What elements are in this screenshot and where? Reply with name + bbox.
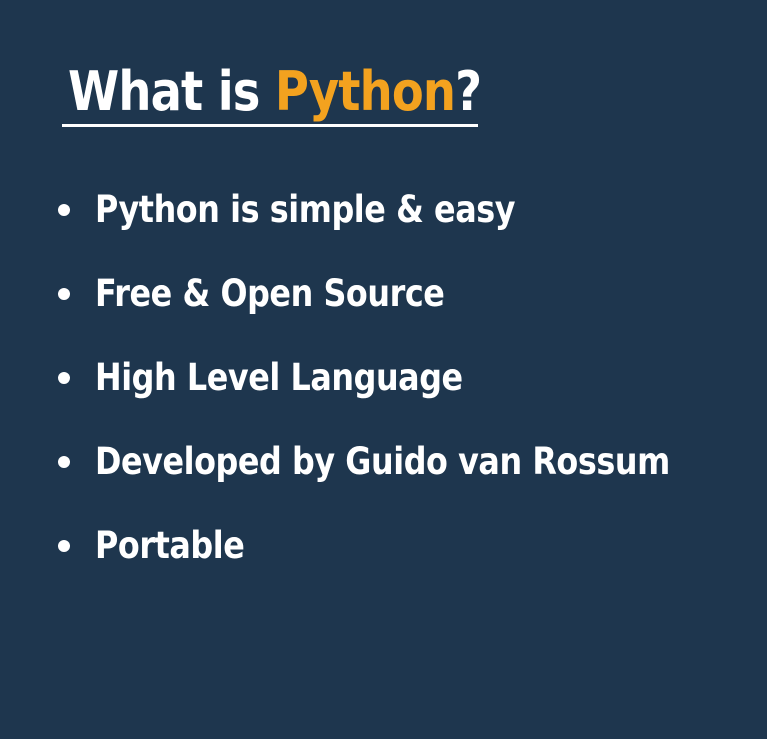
title-suffix: ? [455,60,482,123]
bullet-text: Python is simple & easy [95,188,516,231]
slide: What is Python? Python is simple & easy … [0,0,767,739]
bullet-text: Developed by Guido van Rossum [95,440,670,483]
bullet-item: Developed by Guido van Rossum [58,420,763,504]
bullet-text: Portable [95,524,245,567]
title-underline [62,124,478,127]
bullet-dot-icon [58,204,70,216]
slide-title: What is Python? [68,58,482,126]
bullet-item: Python is simple & easy [58,168,763,252]
title-highlight: Python [274,60,456,123]
bullet-item: Portable [58,504,763,588]
bullet-text: High Level Language [95,356,463,399]
title-prefix: What is [68,60,275,123]
bullet-item: High Level Language [58,336,763,420]
title-block: What is Python? [62,58,482,130]
bullet-dot-icon [58,540,70,552]
bullet-list: Python is simple & easy Free & Open Sour… [58,168,763,588]
bullet-dot-icon [58,456,70,468]
bullet-text: Free & Open Source [95,272,445,315]
bullet-dot-icon [58,288,70,300]
bullet-dot-icon [58,372,70,384]
bullet-item: Free & Open Source [58,252,763,336]
